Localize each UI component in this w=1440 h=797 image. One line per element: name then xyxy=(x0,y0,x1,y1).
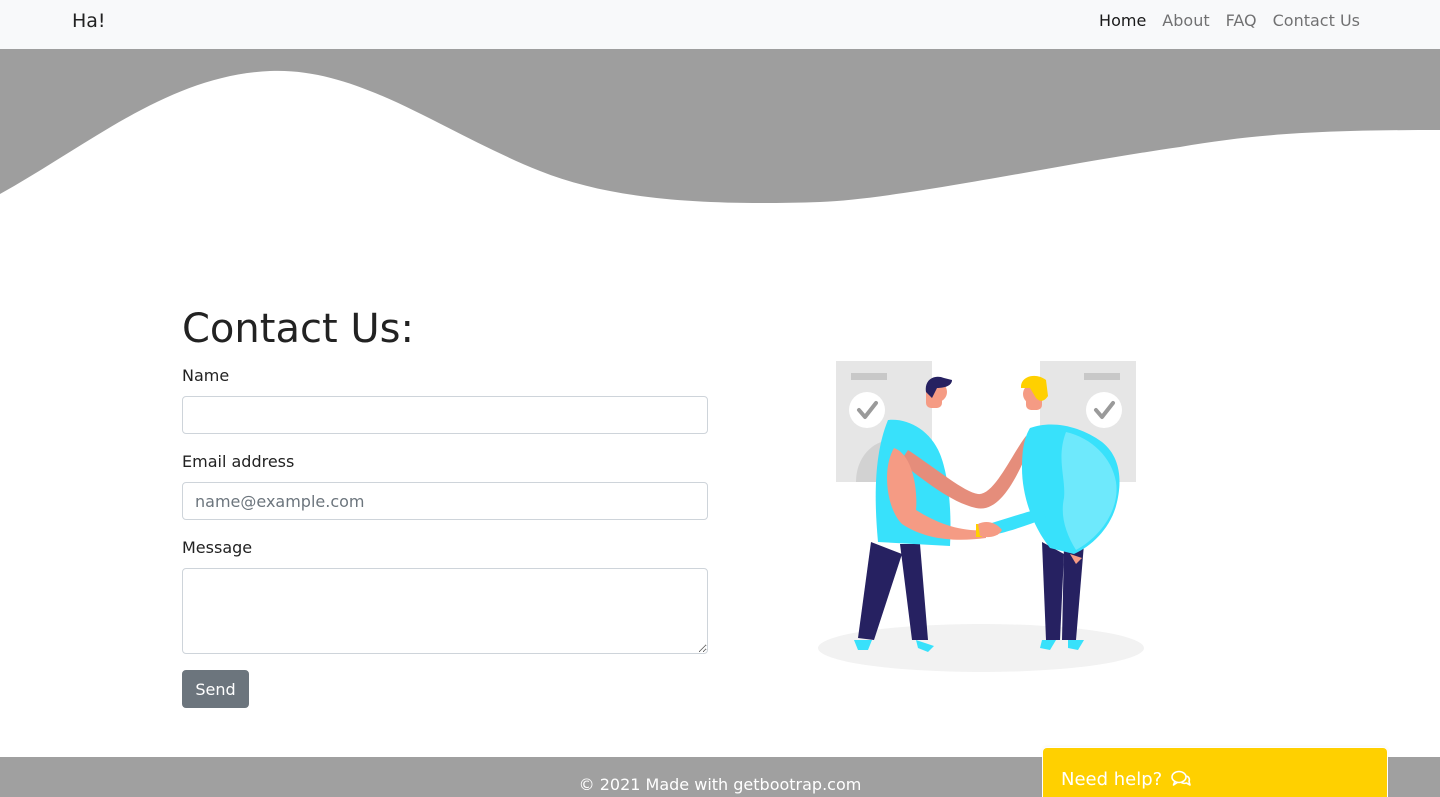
email-label: Email address xyxy=(182,452,295,471)
brand-logo[interactable]: Ha! xyxy=(72,10,106,32)
message-textarea[interactable] xyxy=(182,568,708,654)
nav-link-home[interactable]: Home xyxy=(1099,11,1146,30)
email-input[interactable] xyxy=(182,482,708,520)
handshake-illustration xyxy=(818,361,1144,672)
nav-link-about[interactable]: About xyxy=(1162,11,1209,30)
name-label: Name xyxy=(182,366,230,385)
message-label: Message xyxy=(182,538,253,557)
nav-link-contact-us[interactable]: Contact Us xyxy=(1273,11,1360,30)
nav-links: Home About FAQ Contact Us xyxy=(1099,11,1360,30)
name-input[interactable] xyxy=(182,396,708,434)
hero-wave-banner xyxy=(0,49,1440,204)
top-navbar: Ha! Home About FAQ Contact Us xyxy=(0,0,1440,49)
chat-bubbles-icon xyxy=(1171,770,1191,786)
send-button[interactable]: Send xyxy=(182,670,249,708)
contact-title: Contact Us: xyxy=(182,306,414,352)
need-help-widget[interactable]: Need help? xyxy=(1043,748,1387,797)
nav-link-faq[interactable]: FAQ xyxy=(1226,11,1257,30)
need-help-label: Need help? xyxy=(1061,769,1163,790)
